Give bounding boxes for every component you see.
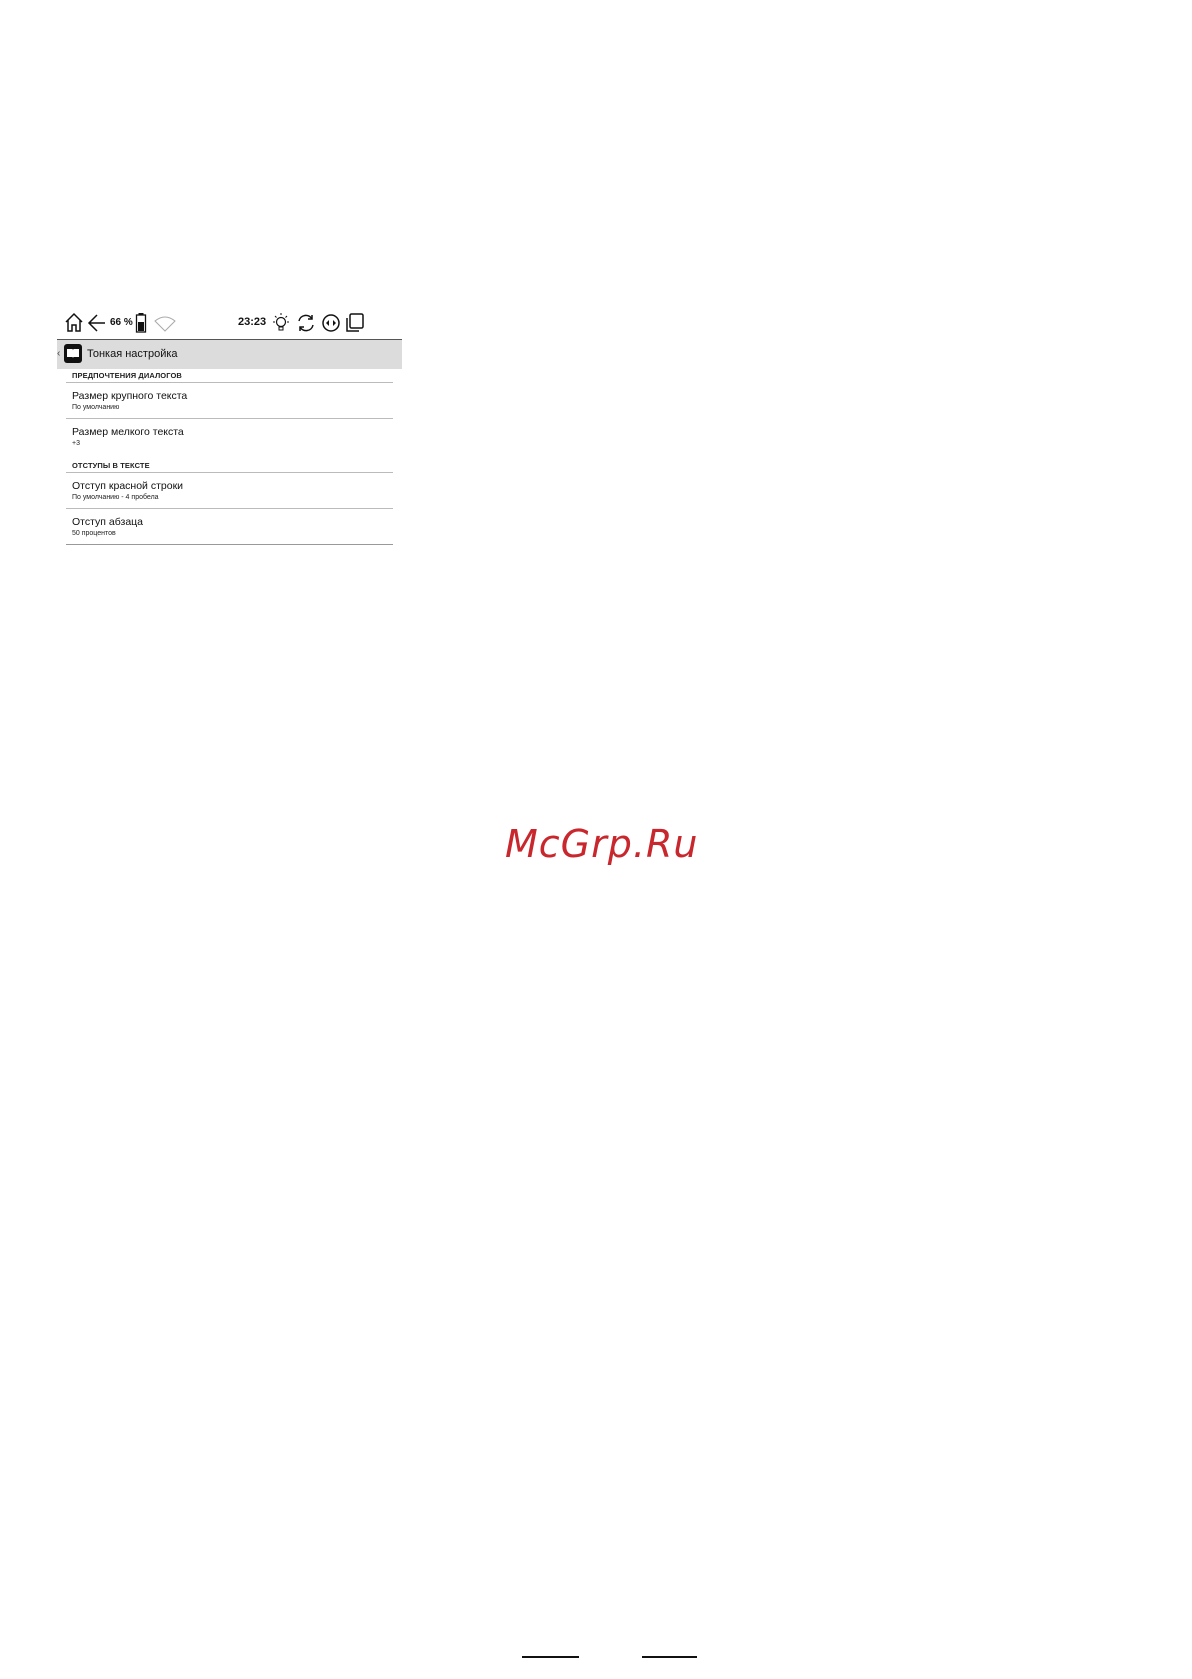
setting-small-text-size[interactable]: Размер мелкого текста +3 xyxy=(66,418,393,455)
page-title: Тонкая настройка xyxy=(87,348,178,360)
footer-divider-right xyxy=(642,1656,697,1658)
section-title-dialogs: ПРЕДПОЧТЕНИЯ ДИАЛОГОВ xyxy=(72,371,182,380)
home-icon[interactable] xyxy=(64,311,84,335)
page-turn-icon[interactable] xyxy=(320,311,342,335)
footer-divider-left xyxy=(522,1656,579,1658)
device-screen: 66 % 23:23 ‹ Тонкая настройка ПРЕДПОЧТЕН… xyxy=(57,311,402,571)
setting-value: По умолчанию xyxy=(72,404,120,411)
setting-large-text-size[interactable]: Размер крупного текста По умолчанию xyxy=(66,382,393,419)
setting-first-line-indent[interactable]: Отступ красной строки По умолчанию - 4 п… xyxy=(66,472,393,509)
setting-title: Отступ красной строки xyxy=(72,480,184,492)
clock: 23:23 xyxy=(238,316,267,328)
header-back-chevron[interactable]: ‹ xyxy=(57,348,60,359)
list-bottom-divider xyxy=(66,544,393,545)
refresh-icon[interactable] xyxy=(295,311,317,335)
setting-title: Размер мелкого текста xyxy=(72,426,184,438)
battery-icon xyxy=(135,313,147,333)
status-bar: 66 % 23:23 xyxy=(57,311,402,337)
battery-percent: 66 % xyxy=(110,317,133,328)
setting-value: 50 процентов xyxy=(72,530,116,537)
setting-value: +3 xyxy=(72,440,80,447)
watermark: McGrp.Ru xyxy=(505,822,699,866)
setting-title: Отступ абзаца xyxy=(72,516,144,528)
setting-value: По умолчанию - 4 пробела xyxy=(72,494,159,501)
book-app-icon xyxy=(64,344,82,363)
setting-paragraph-indent[interactable]: Отступ абзаца 50 процентов xyxy=(66,508,393,545)
wifi-icon xyxy=(154,316,176,332)
setting-title: Размер крупного текста xyxy=(72,390,188,402)
section-title-indents: ОТСТУПЫ В ТЕКСТЕ xyxy=(72,461,150,470)
light-icon[interactable] xyxy=(270,311,292,335)
back-arrow-icon[interactable] xyxy=(87,311,107,335)
multitask-icon[interactable] xyxy=(344,311,366,335)
settings-header: ‹ Тонкая настройка xyxy=(57,339,402,369)
